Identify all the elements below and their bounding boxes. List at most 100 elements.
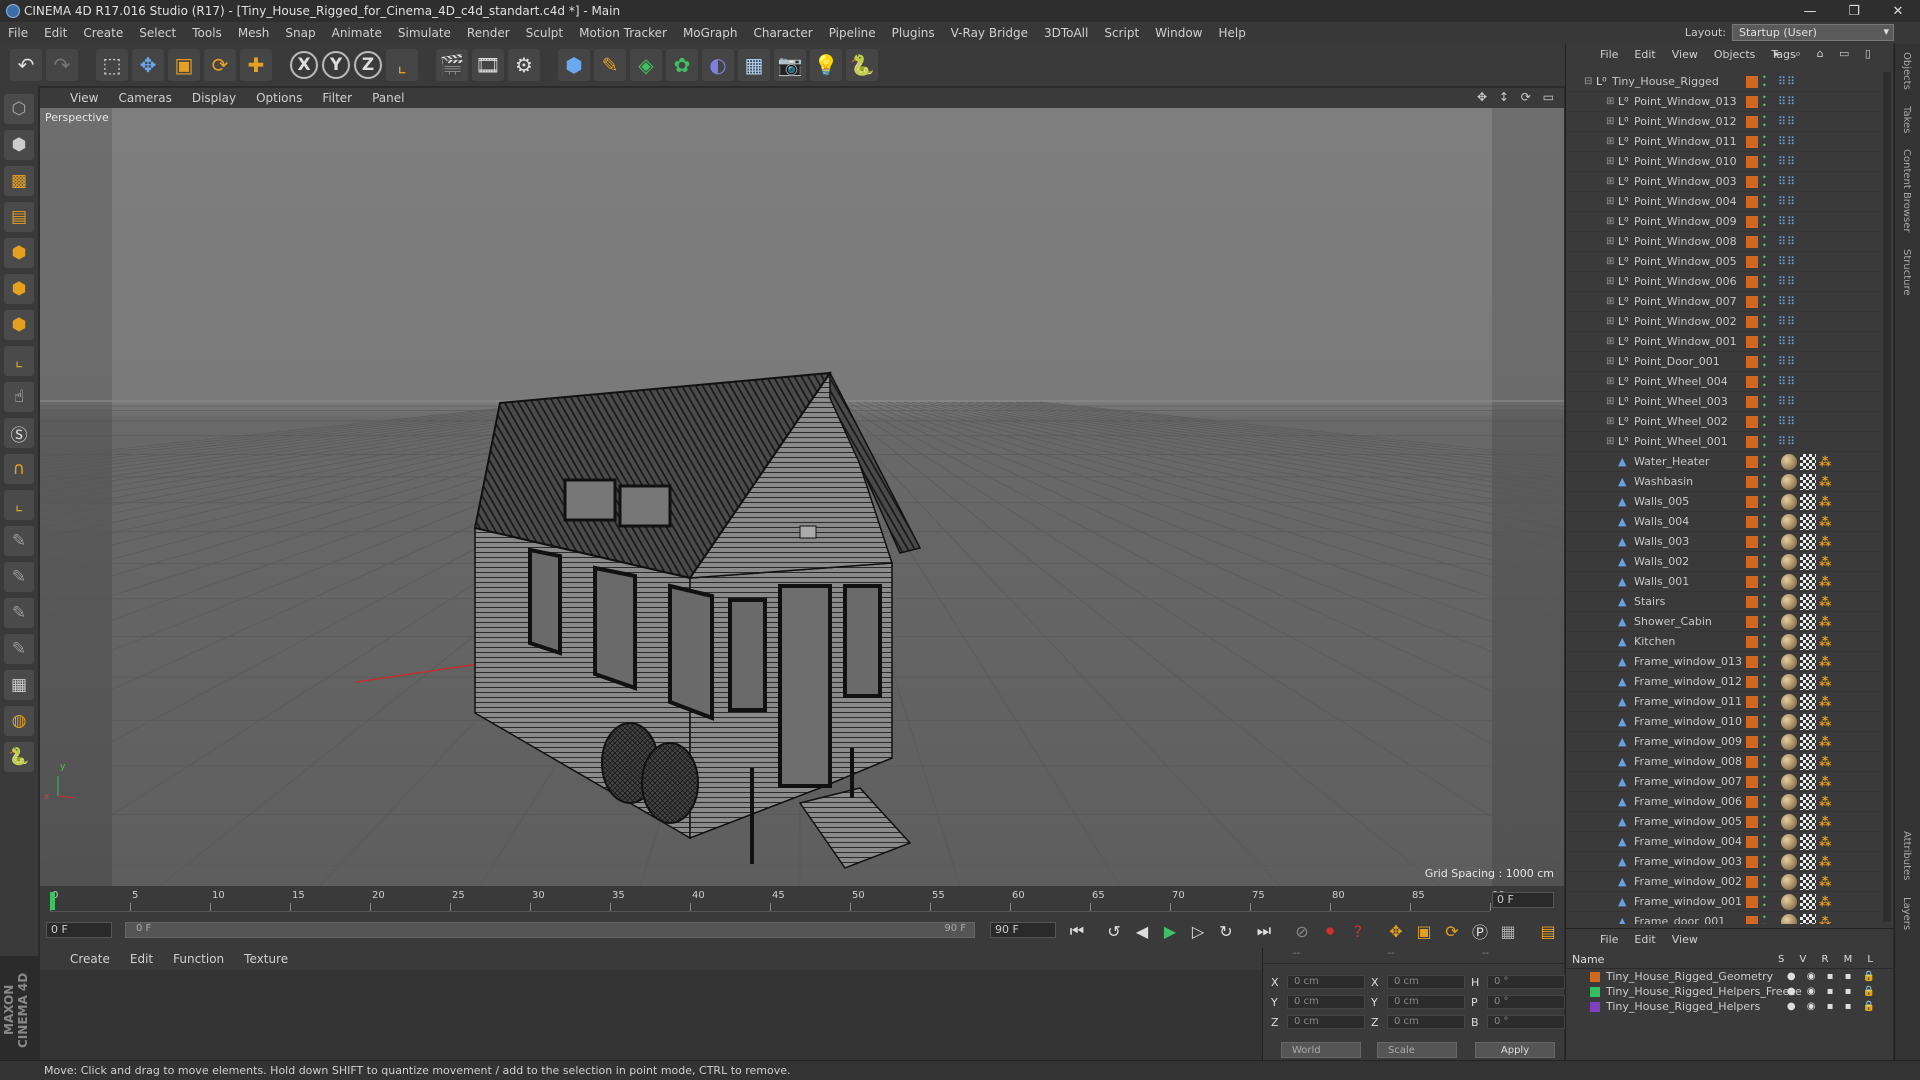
- camera-icon[interactable]: 📷: [774, 49, 806, 81]
- object-row-tiny-house-rigged[interactable]: ⊟ L⁰ Tiny_House_Rigged • • ⠿⠿: [1566, 72, 1882, 92]
- locked-workplane-icon[interactable]: ⌞: [4, 490, 34, 520]
- material-tag-icon[interactable]: [1781, 734, 1797, 750]
- subdivision-icon[interactable]: ◈: [630, 49, 662, 81]
- texture-tag-icon[interactable]: [1800, 854, 1816, 870]
- size-z-field[interactable]: 0 cm: [1387, 1015, 1465, 1029]
- layer-color-swatch[interactable]: [1746, 175, 1758, 188]
- render-view-icon[interactable]: 🎬: [436, 49, 468, 81]
- material-tag-icon[interactable]: [1781, 814, 1797, 830]
- axis-mode-icon[interactable]: ⌞: [4, 346, 34, 376]
- constraint-tag-icon[interactable]: ⠿⠿: [1778, 415, 1796, 428]
- move-tool-icon[interactable]: ✥: [132, 49, 164, 81]
- key-position-icon[interactable]: ✥: [1384, 919, 1408, 943]
- render-to-picture-viewer-icon[interactable]: 🎞: [472, 49, 504, 81]
- phong-tag-icon[interactable]: ⁂: [1819, 914, 1831, 924]
- constraint-tag-icon[interactable]: ⠿⠿: [1778, 175, 1796, 188]
- workplane-mode-icon[interactable]: ▤: [4, 202, 34, 232]
- viewport-menu-panel[interactable]: Panel: [362, 91, 414, 105]
- phong-tag-icon[interactable]: ⁂: [1819, 554, 1831, 570]
- side-tab-layers[interactable]: Layers: [1895, 889, 1918, 938]
- polygons-mode-icon[interactable]: ⬢: [4, 310, 34, 340]
- cube-primitive-icon[interactable]: ⬢: [558, 49, 590, 81]
- phong-tag-icon[interactable]: ⁂: [1819, 814, 1831, 830]
- undo-icon[interactable]: ↶: [10, 49, 42, 81]
- texture-tag-icon[interactable]: [1800, 834, 1816, 850]
- script-icon[interactable]: 🐍: [4, 742, 34, 772]
- visibility-dots-icon[interactable]: ••: [1762, 314, 1767, 330]
- object-row-point-window-013[interactable]: ⊞ L⁰ Point_Window_013 • • ⠿⠿: [1566, 92, 1882, 112]
- y-axis-lock-icon[interactable]: Y: [322, 51, 350, 79]
- visibility-dots-icon[interactable]: ••: [1762, 674, 1767, 690]
- timeline-playhead[interactable]: [50, 892, 55, 910]
- object-row-point-window-009[interactable]: ⊞ L⁰ Point_Window_009 • • ⠿⠿: [1566, 212, 1882, 232]
- rotation-h-field[interactable]: 0 °: [1487, 975, 1565, 989]
- maximize-button[interactable]: ❐: [1832, 0, 1876, 22]
- layer-color-swatch[interactable]: [1746, 595, 1758, 608]
- side-tab-attributes[interactable]: Attributes: [1895, 823, 1918, 888]
- visibility-dots-icon[interactable]: ••: [1762, 194, 1767, 210]
- material-tag-icon[interactable]: [1781, 574, 1797, 590]
- object-row-frame-window-010[interactable]: ▲ Frame_window_010 • • ⁂: [1566, 712, 1882, 732]
- object-row-frame-window-003[interactable]: ▲ Frame_window_003 • • ⁂: [1566, 852, 1882, 872]
- material-tag-icon[interactable]: [1781, 894, 1797, 910]
- layer-color-swatch[interactable]: [1746, 475, 1758, 488]
- layer-color-swatch[interactable]: [1746, 415, 1758, 428]
- constraint-tag-icon[interactable]: ⠿⠿: [1778, 155, 1796, 168]
- texture-tag-icon[interactable]: [1800, 754, 1816, 770]
- material-tag-icon[interactable]: [1781, 634, 1797, 650]
- points-mode-icon[interactable]: ⬢: [4, 238, 34, 268]
- go-to-start-icon[interactable]: ⏮: [1065, 919, 1089, 943]
- expand-toggle-icon[interactable]: ⊞: [1606, 216, 1614, 227]
- object-row-point-wheel-001[interactable]: ⊞ L⁰ Point_Wheel_001 • • ⠿⠿: [1566, 432, 1882, 452]
- texture-tag-icon[interactable]: [1800, 594, 1816, 610]
- object-row-point-window-011[interactable]: ⊞ L⁰ Point_Window_011 • • ⠿⠿: [1566, 132, 1882, 152]
- layer-color-swatch[interactable]: [1746, 135, 1758, 148]
- texture-tag-icon[interactable]: [1800, 734, 1816, 750]
- layer-menu-edit[interactable]: Edit: [1626, 933, 1663, 946]
- expand-toggle-icon[interactable]: ⊞: [1606, 156, 1614, 167]
- material-tag-icon[interactable]: [1781, 774, 1797, 790]
- constraint-tag-icon[interactable]: ⠿⠿: [1778, 355, 1796, 368]
- layer-color-swatch[interactable]: [1746, 775, 1758, 788]
- visibility-dots-icon[interactable]: ••: [1762, 754, 1767, 770]
- expand-toggle-icon[interactable]: ⊞: [1606, 136, 1614, 147]
- texture-tag-icon[interactable]: [1800, 634, 1816, 650]
- object-row-walls-003[interactable]: ▲ Walls_003 • • ⁂: [1566, 532, 1882, 552]
- play-icon[interactable]: ▶: [1158, 919, 1182, 943]
- layer-flag-icons[interactable]: ● ◉ ▪ ▪ 🔒: [1787, 971, 1879, 982]
- phong-tag-icon[interactable]: ⁂: [1819, 774, 1831, 790]
- material-tag-icon[interactable]: [1781, 754, 1797, 770]
- layer-color-swatch[interactable]: [1746, 795, 1758, 808]
- visibility-dots-icon[interactable]: ••: [1762, 354, 1767, 370]
- object-row-point-window-008[interactable]: ⊞ L⁰ Point_Window_008 • • ⠿⠿: [1566, 232, 1882, 252]
- texture-tag-icon[interactable]: [1800, 654, 1816, 670]
- expand-toggle-icon[interactable]: ⊞: [1606, 96, 1614, 107]
- texture-tag-icon[interactable]: [1800, 474, 1816, 490]
- object-menu-edit[interactable]: Edit: [1626, 48, 1663, 61]
- visibility-dots-icon[interactable]: ••: [1762, 334, 1767, 350]
- move-axis-icon[interactable]: ✚: [240, 49, 272, 81]
- constraint-tag-icon[interactable]: ⠿⠿: [1778, 335, 1796, 348]
- paint-tool-icon[interactable]: ✎: [4, 598, 34, 628]
- rotation-b-field[interactable]: 0 °: [1487, 1015, 1565, 1029]
- position-z-field[interactable]: 0 cm: [1287, 1015, 1365, 1029]
- visibility-dots-icon[interactable]: ••: [1762, 414, 1767, 430]
- visibility-dots-icon[interactable]: ••: [1762, 214, 1767, 230]
- layer-color-swatch[interactable]: [1746, 655, 1758, 668]
- menu-mograph[interactable]: MoGraph: [675, 26, 746, 40]
- scale-tool-icon[interactable]: ▣: [168, 49, 200, 81]
- go-to-end-icon[interactable]: ⏭: [1252, 919, 1276, 943]
- visibility-dots-icon[interactable]: ••: [1762, 614, 1767, 630]
- expand-toggle-icon[interactable]: ⊞: [1606, 436, 1614, 447]
- phong-tag-icon[interactable]: ⁂: [1819, 874, 1831, 890]
- rotate-tool-icon[interactable]: ⟳: [204, 49, 236, 81]
- material-tag-icon[interactable]: [1781, 714, 1797, 730]
- layer-row-tiny-house-rigged-helpers[interactable]: Tiny_House_Rigged_Helpers ● ◉ ▪ ▪ 🔒: [1566, 999, 1893, 1014]
- make-editable-icon[interactable]: ⬡: [4, 94, 34, 124]
- object-row-point-window-005[interactable]: ⊞ L⁰ Point_Window_005 • • ⠿⠿: [1566, 252, 1882, 272]
- expand-toggle-icon[interactable]: ⊞: [1606, 276, 1614, 287]
- material-menu-function[interactable]: Function: [163, 952, 234, 966]
- layer-color-swatch[interactable]: [1746, 715, 1758, 728]
- minimize-button[interactable]: —: [1788, 0, 1832, 22]
- expand-toggle-icon[interactable]: ⊞: [1606, 356, 1614, 367]
